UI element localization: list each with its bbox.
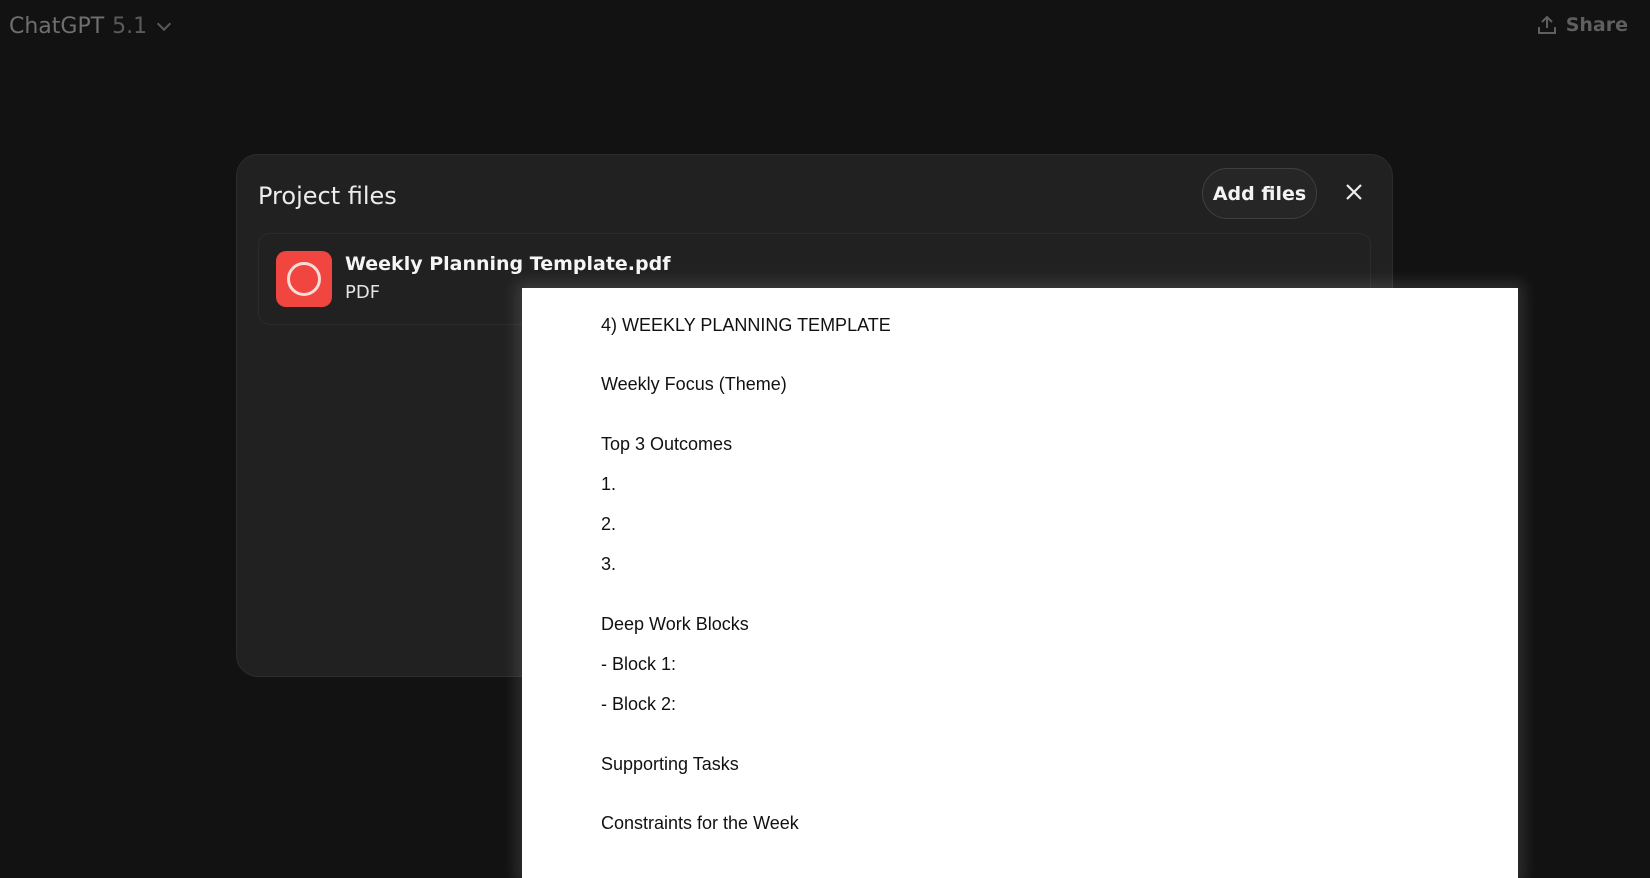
model-version: 5.1: [112, 14, 148, 39]
preview-line: Deep Work Blocks: [601, 614, 749, 634]
add-files-button[interactable]: Add files: [1202, 168, 1317, 219]
preview-heading: 4) WEEKLY PLANNING TEMPLATE: [601, 315, 891, 335]
modal-title: Project files: [258, 182, 397, 210]
model-selector[interactable]: ChatGPT 5.1: [9, 14, 172, 39]
preview-line: Weekly Focus (Theme): [601, 374, 787, 394]
share-icon: [1537, 15, 1556, 34]
preview-line: - Block 2:: [601, 694, 677, 714]
preview-line: Top 3 Outcomes: [601, 434, 733, 454]
preview-line: Constraints for the Week: [601, 813, 799, 833]
preview-line: Supporting Tasks: [601, 754, 739, 774]
pdf-file-icon: [276, 251, 332, 307]
chevron-down-icon: [157, 16, 172, 31]
file-type: PDF: [345, 282, 381, 303]
file-name: Weekly Planning Template.pdf: [345, 253, 671, 275]
preview-line: 3.: [601, 554, 617, 574]
preview-line: - Block 1:: [601, 654, 677, 674]
preview-line: 1.: [601, 474, 617, 494]
app-name: ChatGPT: [9, 14, 105, 39]
share-label: Share: [1565, 14, 1628, 36]
close-icon[interactable]: [1342, 180, 1366, 204]
pdf-preview: 4) WEEKLY PLANNING TEMPLATE Weekly Focus…: [522, 288, 1518, 878]
preview-line: 2.: [601, 514, 617, 534]
share-button[interactable]: Share: [1536, 14, 1628, 36]
